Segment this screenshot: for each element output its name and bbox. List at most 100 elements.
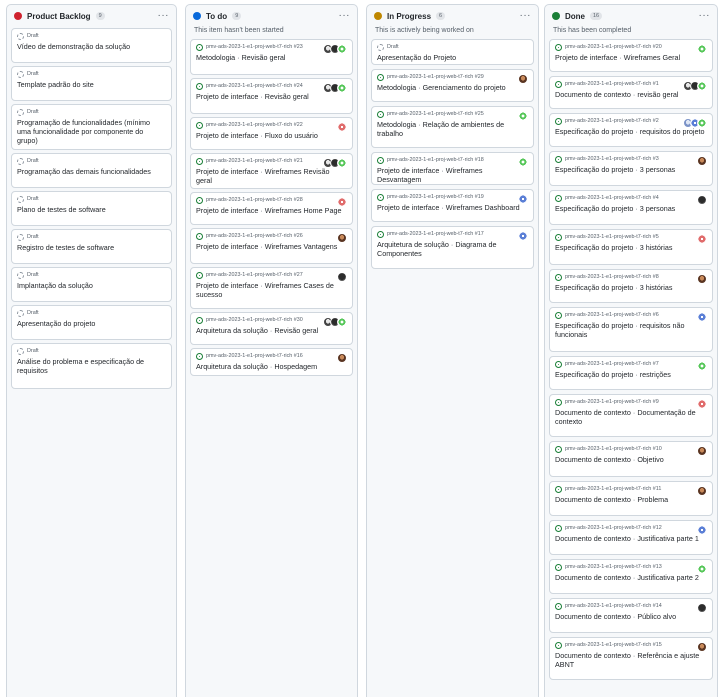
issue-reference[interactable]: pmv-ads-2023-1-e1-proj-web-t7-rich #29 [387, 74, 517, 81]
avatar-icon[interactable] [337, 44, 347, 54]
card[interactable]: Draft Análise do problema e especificação… [11, 343, 172, 389]
card[interactable]: Draft Plano de testes de software [11, 191, 172, 226]
avatar-icon[interactable] [337, 353, 347, 363]
issue-reference[interactable]: pmv-ads-2023-1-e1-proj-web-t7-rich #11 [565, 486, 696, 493]
avatar-icon[interactable] [518, 111, 528, 121]
card[interactable]: pmv-ads-2023-1-e1-proj-web-t7-rich #3 Esp… [549, 151, 713, 186]
issue-reference[interactable]: pmv-ads-2023-1-e1-proj-web-t7-rich #25 [387, 111, 517, 118]
card[interactable]: pmv-ads-2023-1-e1-proj-web-t7-rich #20 Pr… [549, 39, 713, 72]
card[interactable]: pmv-ads-2023-1-e1-proj-web-t7-rich #29 Me… [371, 69, 534, 102]
issue-reference[interactable]: pmv-ads-2023-1-e1-proj-web-t7-rich #23 [206, 44, 320, 51]
card[interactable]: pmv-ads-2023-1-e1-proj-web-t7-rich #14 Do… [549, 598, 713, 633]
card[interactable]: Draft Vídeo de demonstração da solução [11, 28, 172, 63]
issue-reference[interactable]: pmv-ads-2023-1-e1-proj-web-t7-rich #18 [387, 157, 517, 164]
card[interactable]: pmv-ads-2023-1-e1-proj-web-t7-rich #12 Do… [549, 520, 713, 555]
card[interactable]: pmv-ads-2023-1-e1-proj-web-t7-rich #18 Pr… [371, 152, 534, 185]
card[interactable]: pmv-ads-2023-1-e1-proj-web-t7-rich #17 Ar… [371, 226, 534, 269]
issue-reference[interactable]: pmv-ads-2023-1-e1-proj-web-t7-rich #27 [206, 272, 336, 279]
card[interactable]: Draft Programação das demais funcionalida… [11, 153, 172, 188]
card[interactable]: pmv-ads-2023-1-e1-proj-web-t7-rich #30 Ar… [190, 312, 353, 345]
card[interactable]: pmv-ads-2023-1-e1-proj-web-t7-rich #25 Me… [371, 106, 534, 148]
more-options-icon[interactable]: ··· [339, 11, 351, 21]
issue-reference[interactable]: pmv-ads-2023-1-e1-proj-web-t7-rich #28 [206, 197, 336, 204]
card[interactable]: pmv-ads-2023-1-e1-proj-web-t7-rich #4 Esp… [549, 190, 713, 225]
avatar-icon[interactable] [518, 231, 528, 241]
issue-reference[interactable]: pmv-ads-2023-1-e1-proj-web-t7-rich #1 [565, 81, 680, 88]
avatar-icon[interactable] [697, 118, 707, 128]
avatar-icon[interactable] [697, 564, 707, 574]
card[interactable]: Draft Programação de funcionalidades (mín… [11, 104, 172, 150]
avatar-icon[interactable] [518, 157, 528, 167]
issue-reference[interactable]: pmv-ads-2023-1-e1-proj-web-t7-rich #3 [565, 156, 696, 163]
issue-reference[interactable]: pmv-ads-2023-1-e1-proj-web-t7-rich #7 [565, 361, 696, 368]
avatar-icon[interactable] [697, 446, 707, 456]
avatar-icon[interactable] [337, 272, 347, 282]
more-options-icon[interactable]: ··· [158, 11, 170, 21]
card[interactable]: pmv-ads-2023-1-e1-proj-web-t7-rich #6 Esp… [549, 307, 713, 352]
avatar-icon[interactable] [337, 317, 347, 327]
card[interactable]: pmv-ads-2023-1-e1-proj-web-t7-rich #27 Pr… [190, 267, 353, 309]
issue-reference[interactable]: pmv-ads-2023-1-e1-proj-web-t7-rich #12 [565, 525, 696, 532]
issue-reference[interactable]: pmv-ads-2023-1-e1-proj-web-t7-rich #26 [206, 233, 336, 240]
issue-reference[interactable]: pmv-ads-2023-1-e1-proj-web-t7-rich #2 [565, 118, 680, 125]
issue-reference[interactable]: pmv-ads-2023-1-e1-proj-web-t7-rich #5 [565, 234, 696, 241]
card[interactable]: pmv-ads-2023-1-e1-proj-web-t7-rich #1 Doc… [549, 76, 713, 109]
card[interactable]: pmv-ads-2023-1-e1-proj-web-t7-rich #9 Doc… [549, 394, 713, 437]
card[interactable]: pmv-ads-2023-1-e1-proj-web-t7-rich #15 Do… [549, 637, 713, 680]
card[interactable]: pmv-ads-2023-1-e1-proj-web-t7-rich #28 Pr… [190, 192, 353, 225]
card[interactable]: pmv-ads-2023-1-e1-proj-web-t7-rich #21 Pr… [190, 153, 353, 189]
avatar-icon[interactable] [697, 312, 707, 322]
avatar-icon[interactable] [697, 361, 707, 371]
card[interactable]: Draft Template padrão do site [11, 66, 172, 101]
card[interactable]: pmv-ads-2023-1-e1-proj-web-t7-rich #23 Me… [190, 39, 353, 75]
card[interactable]: Draft Apresentação do Projeto [371, 39, 534, 65]
avatar-icon[interactable] [697, 234, 707, 244]
avatar-icon[interactable] [337, 158, 347, 168]
avatar-icon[interactable] [337, 197, 347, 207]
avatar-icon[interactable] [697, 399, 707, 409]
card[interactable]: pmv-ads-2023-1-e1-proj-web-t7-rich #24 Pr… [190, 78, 353, 114]
card[interactable]: pmv-ads-2023-1-e1-proj-web-t7-rich #22 Pr… [190, 117, 353, 150]
avatar-icon[interactable] [697, 274, 707, 284]
card[interactable]: Draft Apresentação do projeto [11, 305, 172, 340]
card[interactable]: Draft Registro de testes de software [11, 229, 172, 264]
avatar-icon[interactable] [337, 122, 347, 132]
card[interactable]: Draft Implantação da solução [11, 267, 172, 302]
avatar-icon[interactable] [697, 486, 707, 496]
avatar-icon[interactable] [518, 74, 528, 84]
more-options-icon[interactable]: ··· [699, 11, 711, 21]
card[interactable]: pmv-ads-2023-1-e1-proj-web-t7-rich #11 Do… [549, 481, 713, 516]
avatar-icon[interactable] [697, 642, 707, 652]
avatar-icon[interactable] [697, 44, 707, 54]
issue-reference[interactable]: pmv-ads-2023-1-e1-proj-web-t7-rich #15 [565, 642, 696, 649]
card[interactable]: pmv-ads-2023-1-e1-proj-web-t7-rich #26 Pr… [190, 228, 353, 264]
issue-reference[interactable]: pmv-ads-2023-1-e1-proj-web-t7-rich #13 [565, 564, 696, 571]
avatar-icon[interactable] [518, 194, 528, 204]
issue-reference[interactable]: pmv-ads-2023-1-e1-proj-web-t7-rich #22 [206, 122, 336, 129]
issue-reference[interactable]: pmv-ads-2023-1-e1-proj-web-t7-rich #21 [206, 158, 320, 165]
card[interactable]: pmv-ads-2023-1-e1-proj-web-t7-rich #16 Ar… [190, 348, 353, 376]
avatar-icon[interactable] [697, 525, 707, 535]
issue-reference[interactable]: pmv-ads-2023-1-e1-proj-web-t7-rich #24 [206, 83, 320, 90]
card[interactable]: pmv-ads-2023-1-e1-proj-web-t7-rich #19 Pr… [371, 189, 534, 222]
issue-reference[interactable]: pmv-ads-2023-1-e1-proj-web-t7-rich #17 [387, 231, 517, 238]
more-options-icon[interactable]: ··· [520, 11, 532, 21]
card[interactable]: pmv-ads-2023-1-e1-proj-web-t7-rich #5 Esp… [549, 229, 713, 265]
avatar-icon[interactable] [697, 156, 707, 166]
avatar-icon[interactable] [697, 195, 707, 205]
issue-reference[interactable]: pmv-ads-2023-1-e1-proj-web-t7-rich #19 [387, 194, 517, 201]
card[interactable]: pmv-ads-2023-1-e1-proj-web-t7-rich #13 Do… [549, 559, 713, 594]
issue-reference[interactable]: pmv-ads-2023-1-e1-proj-web-t7-rich #30 [206, 317, 320, 324]
issue-reference[interactable]: pmv-ads-2023-1-e1-proj-web-t7-rich #9 [565, 399, 696, 406]
card[interactable]: pmv-ads-2023-1-e1-proj-web-t7-rich #7 Esp… [549, 356, 713, 390]
issue-reference[interactable]: pmv-ads-2023-1-e1-proj-web-t7-rich #20 [565, 44, 696, 51]
avatar-icon[interactable] [697, 81, 707, 91]
issue-reference[interactable]: pmv-ads-2023-1-e1-proj-web-t7-rich #16 [206, 353, 336, 360]
issue-reference[interactable]: pmv-ads-2023-1-e1-proj-web-t7-rich #6 [565, 312, 696, 319]
issue-reference[interactable]: pmv-ads-2023-1-e1-proj-web-t7-rich #8 [565, 274, 696, 281]
issue-reference[interactable]: pmv-ads-2023-1-e1-proj-web-t7-rich #14 [565, 603, 696, 610]
card[interactable]: pmv-ads-2023-1-e1-proj-web-t7-rich #2 Esp… [549, 113, 713, 147]
card[interactable]: pmv-ads-2023-1-e1-proj-web-t7-rich #10 Do… [549, 441, 713, 477]
avatar-icon[interactable] [337, 233, 347, 243]
avatar-icon[interactable] [337, 83, 347, 93]
